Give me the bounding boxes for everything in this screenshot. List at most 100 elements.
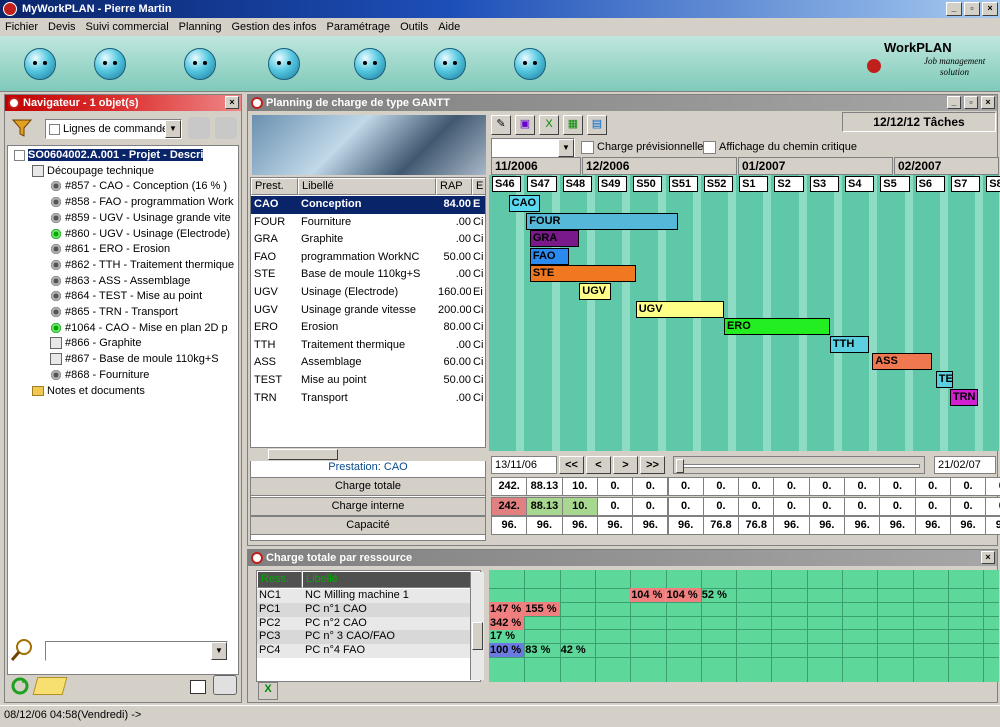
menu-item-6[interactable]: Outils (400, 21, 428, 36)
gantt-bar-ero[interactable]: ERO (723, 318, 830, 336)
excel-icon[interactable]: X (539, 115, 559, 135)
resource-row[interactable]: PC2 PC n°2 CAO (257, 616, 480, 631)
gantt-chart-area[interactable]: CAOFOURGRAFAOSTEUGVUGVEROTTHASSTESTTRN (489, 175, 999, 451)
edit-icon[interactable]: ✎ (491, 115, 511, 135)
tree-item[interactable]: #862 - TTH - Traitement thermique (50, 258, 234, 273)
object-tree[interactable]: SO0604002.A.001 - Projet - Descri Découpa… (7, 145, 239, 675)
gantt-bar-tth[interactable]: TTH (829, 335, 869, 353)
resource-row[interactable]: NC1 NC Milling machine 1 (257, 589, 480, 603)
nav-button-0[interactable]: << (559, 456, 584, 474)
table-row[interactable]: ERO Erosion 80.00 Ci (251, 319, 485, 337)
tree-item[interactable]: #864 - TEST - Mise au point (50, 289, 202, 304)
date-from-field[interactable]: 13/11/06 (491, 456, 557, 474)
tree-item[interactable]: Notes et documents (32, 384, 145, 399)
gantt-maximize-button[interactable]: ▫ (964, 96, 978, 109)
printer-icon[interactable] (213, 675, 237, 695)
date-to-field[interactable]: 21/02/07 (934, 456, 996, 474)
tree-item[interactable]: #860 - UGV - Usinage (Electrode) (50, 227, 230, 242)
column-header[interactable]: E (472, 178, 485, 195)
tree-item[interactable]: #861 - ERO - Erosion (50, 242, 170, 257)
gantt-bar-four[interactable]: FOUR (526, 212, 679, 230)
gantt-bar-ste[interactable]: STE (529, 265, 636, 283)
globe-devis-icon[interactable] (14, 40, 66, 88)
resource-vscrollbar[interactable] (470, 572, 484, 680)
gantt-minimize-button[interactable]: _ (947, 96, 961, 109)
table-row[interactable]: UGV Usinage (Electrode) 160.00 Ei (251, 284, 485, 302)
scroll-thumb[interactable] (472, 622, 483, 650)
tree-item[interactable]: #857 - CAO - Conception (16 % ) (50, 179, 227, 194)
gantt-bar-ass[interactable]: ASS (872, 353, 933, 371)
table-row[interactable]: GRA Graphite .00 Ci (251, 231, 485, 249)
tree-item[interactable]: #865 - TRN - Transport (50, 305, 178, 320)
nav-button-3[interactable]: >> (640, 456, 665, 474)
resource-load-grid[interactable]: 104 % 104 % 52 % 147 % 155 % 342 % 17 % 100 % 83… (489, 570, 999, 682)
nav-button-2[interactable]: > (613, 456, 638, 474)
globe-planning-icon[interactable] (258, 40, 310, 88)
resource-table[interactable]: Ress. Libellé NC1 NC Milling machine 1 PC1 PC… (256, 570, 481, 682)
gantt-bar-fao[interactable]: FAO (529, 247, 569, 265)
save-icon[interactable]: ▣ (515, 115, 535, 135)
tree-item[interactable]: #867 - Base de moule 110kg+S (50, 352, 219, 367)
chevron-down-icon[interactable]: ▼ (211, 642, 227, 660)
search-input[interactable]: ▼ (45, 641, 228, 661)
excel-export-icon[interactable]: X (258, 682, 278, 700)
nav-button-1[interactable]: < (586, 456, 611, 474)
tree-item[interactable]: #866 - Graphite (50, 336, 141, 351)
resource-row[interactable]: PC1 PC n°1 CAO (257, 602, 480, 617)
chevron-down-icon[interactable]: ▼ (165, 120, 181, 138)
maximize-button[interactable]: ▫ (964, 2, 980, 16)
tree-item[interactable]: #863 - ASS - Assemblage (50, 274, 190, 289)
menu-item-0[interactable]: Fichier (5, 21, 38, 36)
grid-icon[interactable]: ▤ (587, 115, 607, 135)
timeline-slider[interactable] (673, 456, 925, 474)
chart-export-icon[interactable]: ▦ (563, 115, 583, 135)
tree-item[interactable]: #858 - FAO - programmation Work (50, 195, 234, 210)
menu-item-7[interactable]: Aide (438, 21, 460, 36)
gantt-bar-ugv[interactable]: UGV (635, 300, 724, 318)
globe-documents-icon[interactable] (84, 40, 136, 88)
chevron-down-icon[interactable]: ▼ (558, 139, 574, 157)
table-hscrollbar[interactable] (250, 447, 486, 461)
funnel-icon[interactable] (11, 117, 33, 139)
tree-item[interactable]: #868 - Fourniture (50, 368, 149, 383)
gantt-bar-test[interactable]: TEST (935, 371, 954, 388)
table-row[interactable]: FOUR Fourniture .00 Ci (251, 213, 485, 232)
gantt-bar-cao[interactable]: CAO (508, 195, 541, 212)
view-select[interactable]: ▼ (491, 138, 575, 158)
menu-item-4[interactable]: Gestion des infos (232, 21, 317, 36)
filter-select[interactable]: Lignes de commande ▼ (45, 119, 182, 139)
table-row[interactable]: CAO Conception 84.00 E (251, 196, 485, 214)
navigator-close-button[interactable]: × (225, 96, 239, 109)
globe-commercial-icon[interactable] (174, 40, 226, 88)
resource-row[interactable]: PC3 PC n° 3 CAO/FAO (257, 630, 480, 645)
notes-icon[interactable] (32, 677, 68, 695)
table-row[interactable]: TTH Traitement thermique .00 Ci (251, 336, 485, 355)
table-row[interactable]: ASS Assemblage 60.00 Ci (251, 354, 485, 372)
menu-item-2[interactable]: Suivi commercial (86, 21, 169, 36)
tree-item[interactable]: #859 - UGV - Usinage grande vite (50, 211, 231, 226)
scroll-thumb[interactable] (268, 449, 338, 460)
slider-thumb[interactable] (676, 459, 684, 473)
tree-item[interactable]: Découpage technique (32, 164, 154, 179)
calculator-icon[interactable] (190, 680, 206, 694)
table-row[interactable]: TRN Transport .00 Ci (251, 389, 485, 408)
gantt-bar-trn[interactable]: TRN (949, 388, 979, 406)
minimize-button[interactable]: _ (946, 2, 962, 16)
column-header[interactable]: Prest. (251, 178, 298, 195)
resource-close-button[interactable]: × (981, 551, 995, 564)
menu-item-3[interactable]: Planning (179, 21, 222, 36)
gantt-bar-ugv[interactable]: UGV (579, 283, 612, 300)
gantt-close-button[interactable]: × (981, 96, 995, 109)
table-row[interactable]: UGV Usinage grande vitesse 200.00 Ci (251, 301, 485, 320)
res-col-code[interactable]: Ress. (257, 571, 302, 588)
resource-row[interactable]: PC4 PC n°4 FAO (257, 644, 480, 659)
column-header[interactable]: RAP (436, 178, 472, 195)
globe-settings-icon[interactable] (424, 40, 476, 88)
close-button[interactable]: × (982, 2, 998, 16)
refresh-icon[interactable] (11, 677, 29, 695)
search-icon[interactable] (9, 637, 35, 663)
charge-previsionnelle-checkbox[interactable] (581, 141, 594, 154)
table-row[interactable]: FAO programmation WorkNC 50.00 Ci (251, 248, 485, 267)
gantt-bar-gra[interactable]: GRA (529, 230, 580, 248)
tree-item[interactable]: SO0604002.A.001 - Projet - Descri (14, 148, 204, 163)
